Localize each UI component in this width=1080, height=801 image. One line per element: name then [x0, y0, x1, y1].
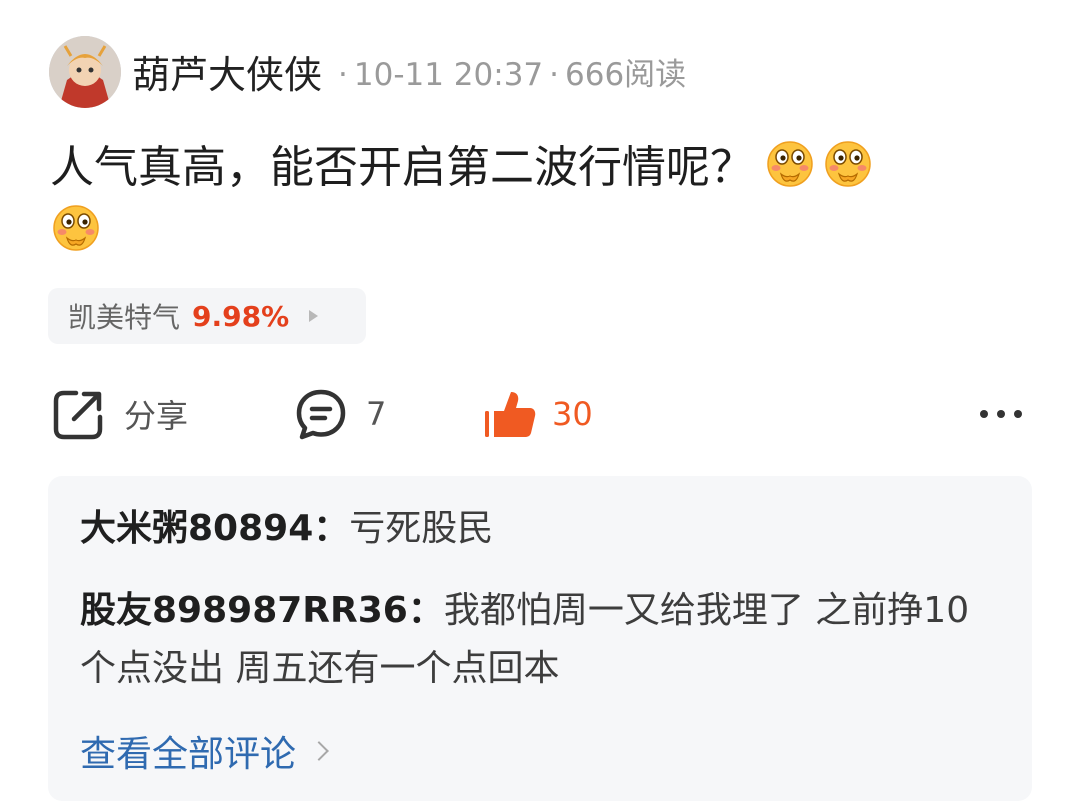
post-content: 人气真高，能否开启第二波行情呢？	[50, 136, 1010, 264]
comment-item[interactable]: 大米粥80894：亏死股民	[80, 500, 980, 558]
comment-count: 7	[366, 395, 387, 433]
view-all-comments-link[interactable]: 查看全部评论	[80, 726, 329, 776]
stock-name: 凯美特气	[68, 301, 181, 334]
share-icon	[52, 387, 106, 441]
stock-chip[interactable]: 凯美特气 9.98%	[48, 288, 366, 344]
comment-button[interactable]: 7	[294, 384, 386, 444]
avatar[interactable]	[49, 36, 121, 108]
comment-user[interactable]: 股友898987RR36	[80, 590, 408, 631]
more-dots-icon	[976, 404, 1026, 424]
comment-colon: ：	[407, 590, 444, 631]
comment-item[interactable]: 股友898987RR36：我都怕周一又给我埋了 之前挣10个点没出 周五还有一个…	[80, 582, 980, 698]
more-options-button[interactable]	[976, 384, 1026, 444]
comment-user[interactable]: 大米粥80894	[80, 508, 313, 549]
author-name[interactable]: 葫芦大侠侠	[132, 44, 322, 99]
author-row: 葫芦大侠侠 · 10-11 20:37 · 666阅读	[132, 48, 686, 97]
thinking-face-emoji	[50, 202, 102, 254]
play-arrow-icon	[309, 310, 319, 322]
comment-text: 亏死股民	[349, 508, 494, 549]
thinking-face-emoji	[764, 138, 816, 190]
share-label: 分享	[124, 397, 189, 435]
thumbs-up-icon	[482, 387, 538, 441]
like-count: 30	[552, 395, 593, 433]
post-meta: · 10-11 20:37 · 666阅读	[332, 49, 686, 94]
meta-separator: ·	[549, 56, 560, 93]
stock-change: 9.98%	[192, 299, 290, 333]
view-all-label: 查看全部评论	[80, 734, 297, 775]
thinking-face-emoji	[822, 138, 874, 190]
comment-icon	[294, 387, 348, 441]
post-card: 葫芦大侠侠 · 10-11 20:37 · 666阅读 人气真高，能否开启第二波行情呢…	[0, 0, 1080, 801]
share-button[interactable]: 分享	[52, 384, 188, 444]
comment-preview: 大米粥80894：亏死股民 股友898987RR36：我都怕周一又给我埋了 之前…	[48, 476, 1032, 801]
read-count: 666阅读	[565, 56, 687, 93]
post-text: 人气真高，能否开启第二波行情呢？	[50, 142, 754, 193]
comment-colon: ：	[313, 508, 350, 549]
like-button[interactable]: 30	[482, 384, 593, 444]
post-timestamp: 10-11 20:37	[353, 56, 544, 93]
chevron-right-icon	[309, 741, 329, 761]
meta-separator: ·	[338, 56, 348, 93]
